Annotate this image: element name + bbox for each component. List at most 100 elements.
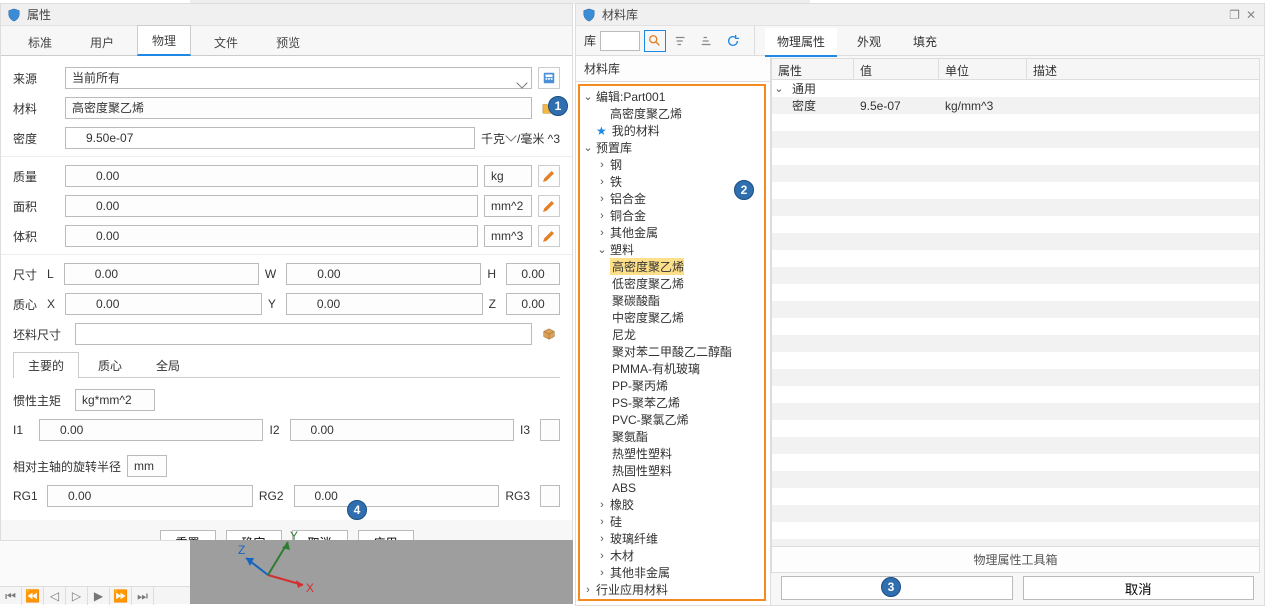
tree-item-pc[interactable]: 聚碳酸酯 — [610, 292, 660, 309]
matlib-cancel-button[interactable]: 取消 — [1023, 576, 1255, 600]
tree-item-thermoplastic[interactable]: 热塑性塑料 — [610, 445, 672, 462]
centroid-z-label: Z — [489, 297, 500, 311]
restore-icon[interactable]: ❐ — [1229, 4, 1240, 26]
density-field[interactable]: 9.50e-07 — [65, 127, 475, 149]
tab-appearance[interactable]: 外观 — [845, 28, 893, 57]
col-name[interactable]: 属性 — [772, 59, 854, 79]
shield-icon — [582, 8, 596, 22]
tab-preview[interactable]: 预览 — [261, 27, 315, 56]
filter-asc-icon[interactable] — [670, 30, 692, 52]
calc-button[interactable] — [538, 67, 560, 89]
tree-item-preset[interactable]: 预置库 — [594, 139, 632, 156]
forward-icon[interactable]: ⏩ — [110, 587, 132, 605]
source-combo[interactable]: 当前所有 — [65, 67, 532, 89]
i1-field[interactable]: 0.00 — [39, 419, 263, 441]
centroid-x-field[interactable]: 0.00 — [65, 293, 262, 315]
tree-item-other-metal[interactable]: 其他金属 — [608, 224, 658, 241]
tree-item-pu[interactable]: 聚氨酯 — [610, 428, 648, 445]
tree-item-cu-alloy[interactable]: 铜合金 — [608, 207, 646, 224]
tree-item-ldpe[interactable]: 低密度聚乙烯 — [610, 275, 684, 292]
col-unit[interactable]: 单位 — [939, 59, 1027, 79]
area-field[interactable]: 0.00 — [65, 195, 478, 217]
axis-gizmo-icon: X Y Z — [238, 520, 318, 600]
grid-group[interactable]: 通用 — [786, 80, 854, 97]
property-grid-body[interactable]: ⌄ 通用 密度 9.5e-07 kg/mm^3 — [771, 80, 1260, 547]
tree-item-ps[interactable]: PS-聚苯乙烯 — [610, 394, 680, 411]
tree-item-pet[interactable]: 聚对苯二甲酸乙二醇酯 — [610, 343, 732, 360]
rewind-icon[interactable]: ⏪ — [22, 587, 44, 605]
tree-item-pmma[interactable]: PMMA-有机玻璃 — [610, 360, 700, 377]
rg3-field[interactable] — [540, 485, 560, 507]
grid-prop-unit[interactable]: kg/mm^3 — [939, 99, 1027, 113]
stock-field[interactable] — [75, 323, 532, 345]
tree-item-mdpe[interactable]: 中密度聚乙烯 — [610, 309, 684, 326]
material-field[interactable]: 高密度聚乙烯 — [65, 97, 532, 119]
subtab-global[interactable]: 全局 — [141, 352, 195, 378]
subtab-centroid[interactable]: 质心 — [83, 352, 137, 378]
centroid-z-field[interactable]: 0.00 — [506, 293, 560, 315]
tree-item-pvc[interactable]: PVC-聚氯乙烯 — [610, 411, 689, 428]
properties-title: 属性 — [27, 4, 51, 26]
tree-item-rubber[interactable]: 橡胶 — [608, 496, 634, 513]
edit-volume-button[interactable] — [538, 225, 560, 247]
tree-item-pp[interactable]: PP-聚丙烯 — [610, 377, 668, 394]
filter-desc-icon[interactable] — [696, 30, 718, 52]
i3-field[interactable] — [540, 419, 560, 441]
tab-standard[interactable]: 标准 — [13, 27, 67, 56]
tab-file[interactable]: 文件 — [199, 27, 253, 56]
tree-item-abs[interactable]: ABS — [610, 481, 636, 495]
tree-item-al-alloy[interactable]: 铝合金 — [608, 190, 646, 207]
i2-field[interactable]: 0.00 — [290, 419, 514, 441]
tree-item-iron[interactable]: 铁 — [608, 173, 622, 190]
next-icon[interactable]: ▶ — [88, 587, 110, 605]
inertia-subtabs: 主要的 质心 全局 — [13, 352, 560, 378]
lib-search-input[interactable] — [600, 31, 640, 51]
tree-item-plastic[interactable]: 塑料 — [608, 241, 634, 258]
properties-titlebar[interactable]: 属性 — [1, 4, 572, 26]
last-icon[interactable]: ⏭ — [132, 587, 154, 605]
tree-item-glass-fiber[interactable]: 玻璃纤维 — [608, 530, 658, 547]
col-value[interactable]: 值 — [854, 59, 939, 79]
tab-user[interactable]: 用户 — [75, 27, 129, 56]
tab-fill[interactable]: 填充 — [901, 28, 949, 57]
volume-field[interactable]: 0.00 — [65, 225, 478, 247]
refresh-icon[interactable] — [722, 30, 744, 52]
matlib-titlebar[interactable]: 材料库 ❐ ✕ — [576, 4, 1264, 26]
material-tree[interactable]: 2 ⌄编辑:Part001 高密度聚乙烯 ★我的材料 ⌄预置库 ›钢 ›铁 ›铝… — [578, 84, 766, 601]
centroid-y-field[interactable]: 0.00 — [286, 293, 483, 315]
tree-item-my-materials[interactable]: 我的材料 — [610, 122, 660, 139]
prev-icon[interactable]: ◁ — [44, 587, 66, 605]
size-w-field[interactable]: 0.00 — [286, 263, 481, 285]
close-icon[interactable]: ✕ — [1246, 4, 1256, 26]
grid-prop-value[interactable]: 9.5e-07 — [854, 99, 939, 113]
tree-item-edit-child[interactable]: 高密度聚乙烯 — [608, 105, 682, 122]
size-l-field[interactable]: 0.00 — [64, 263, 259, 285]
tab-phys-props[interactable]: 物理属性 — [765, 28, 837, 57]
edit-mass-button[interactable] — [538, 165, 560, 187]
play-icon[interactable]: ▷ — [66, 587, 88, 605]
rg2-field[interactable]: 0.00 — [294, 485, 500, 507]
size-h-field[interactable]: 0.00 — [506, 263, 560, 285]
tree-item-si[interactable]: 硅 — [608, 513, 622, 530]
search-icon[interactable] — [644, 30, 666, 52]
tree-item-nylon[interactable]: 尼龙 — [610, 326, 636, 343]
tree-item-thermoset[interactable]: 热固性塑料 — [610, 462, 672, 479]
tab-physics[interactable]: 物理 — [137, 25, 191, 56]
tree-item-nonmetal[interactable]: 其他非金属 — [608, 564, 670, 581]
grid-prop-name[interactable]: 密度 — [786, 97, 854, 114]
playback-controls[interactable]: ⏮ ⏪ ◁ ▷ ▶ ⏩ ⏭ — [0, 586, 190, 604]
tree-item-industry[interactable]: 行业应用材料 — [594, 581, 668, 598]
chevron-down-icon[interactable] — [507, 131, 515, 145]
property-grid-footer[interactable]: 物理属性工具箱 — [771, 547, 1260, 573]
tree-item-steel[interactable]: 钢 — [608, 156, 622, 173]
tree-item-wood[interactable]: 木材 — [608, 547, 634, 564]
mass-field[interactable]: 0.00 — [65, 165, 478, 187]
stock-box-button[interactable] — [538, 323, 560, 345]
rg1-field[interactable]: 0.00 — [47, 485, 253, 507]
first-icon[interactable]: ⏮ — [0, 587, 22, 605]
edit-area-button[interactable] — [538, 195, 560, 217]
tree-item-edit[interactable]: 编辑:Part001 — [594, 88, 665, 105]
subtab-main[interactable]: 主要的 — [13, 352, 79, 378]
tree-item-hdpe[interactable]: 高密度聚乙烯 — [610, 258, 684, 275]
col-desc[interactable]: 描述 — [1027, 59, 1259, 79]
